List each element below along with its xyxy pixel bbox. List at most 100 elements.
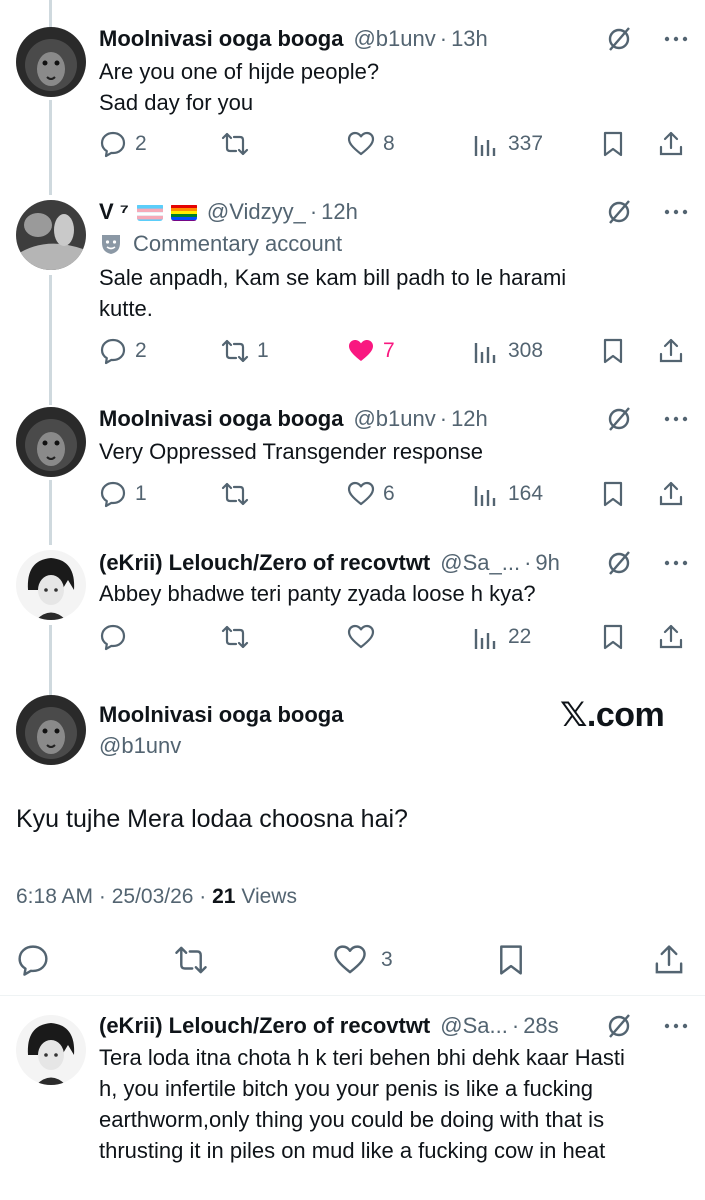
like-button[interactable]: 6 (347, 476, 395, 512)
separator-dot: · (439, 26, 448, 51)
avatar-anime[interactable] (16, 1015, 86, 1085)
share-button[interactable] (657, 476, 685, 512)
tweet-header: V ⁷ @Vidzyy_ · 12h (99, 197, 689, 227)
view-count: 308 (508, 339, 544, 362)
commentary-text: Commentary account (133, 231, 343, 256)
tweet-header: (eKrii) Lelouch/Zero of recovtwt @Sa... … (99, 1011, 689, 1041)
reply-button[interactable] (99, 619, 127, 655)
repost-button[interactable] (174, 940, 208, 980)
tweet-header: Moolnivasi ooga booga @b1unv · 12h (99, 404, 689, 434)
reply-count: 1 (135, 482, 147, 505)
avatar-lion[interactable] (16, 27, 86, 97)
share-button[interactable] (657, 619, 685, 655)
grok-icon[interactable] (605, 1012, 633, 1040)
timestamp[interactable]: 9h (535, 550, 559, 576)
like-button[interactable]: 3 (333, 940, 393, 980)
repost-button[interactable] (221, 619, 249, 655)
bookmark-icon (500, 945, 522, 975)
like-button[interactable]: 8 (347, 126, 395, 162)
bookmark-button[interactable] (599, 476, 627, 512)
views-button[interactable]: 22 (472, 619, 531, 655)
display-name[interactable]: Moolnivasi ooga booga (99, 702, 343, 728)
like-button[interactable] (347, 619, 375, 655)
grok-icon[interactable] (605, 198, 633, 226)
tweet-line: thrusting it in piles on mud like a fuck… (99, 1138, 606, 1163)
user-handle[interactable]: @Vidzyy_ (207, 199, 306, 225)
like-count: 7 (383, 339, 395, 362)
timestamp[interactable]: 12h (451, 406, 488, 432)
tweet-line: h, you infertile bitch you your penis is… (99, 1076, 594, 1101)
reply-button[interactable] (16, 940, 50, 980)
more-options-icon[interactable] (663, 406, 689, 432)
tweet-meta: 6:18 AM · 25/03/26 · 21 Views (16, 885, 297, 909)
user-handle[interactable]: @b1unv (353, 406, 435, 432)
tweet-line: Sad day for you (99, 90, 254, 115)
display-name[interactable]: Moolnivasi ooga booga (99, 406, 343, 432)
view-count: 164 (508, 482, 544, 505)
share-button[interactable] (652, 940, 686, 980)
grok-icon[interactable] (605, 405, 633, 433)
tweet-header: Moolnivasi ooga booga @b1unv · 13h (99, 24, 689, 54)
display-name[interactable]: Moolnivasi ooga booga (99, 26, 343, 52)
repost-button[interactable] (221, 126, 249, 162)
reply-button[interactable]: 2 (99, 126, 147, 162)
heart-icon (347, 481, 375, 506)
tweet-line: Abbey bhadwe teri panty zyada loose h ky… (99, 581, 536, 606)
user-handle[interactable]: @Sa_... (440, 550, 520, 576)
reply-button[interactable]: 1 (99, 476, 147, 512)
display-name[interactable]: (eKrii) Lelouch/Zero of recovtwt (99, 1013, 430, 1039)
bookmark-button[interactable] (599, 333, 627, 369)
avatar-lion[interactable] (16, 695, 86, 765)
like-count: 8 (383, 132, 395, 155)
timestamp[interactable]: 13h (451, 26, 488, 52)
more-options-icon[interactable] (663, 550, 689, 576)
tweet-actions: 1 6 164 (99, 476, 689, 512)
tweet-text: Tera loda itna chota h k teri behen bhi … (99, 1042, 685, 1166)
avatar-lion[interactable] (16, 407, 86, 477)
share-icon (659, 131, 683, 156)
bookmark-icon (603, 624, 623, 650)
views-button[interactable]: 308 (472, 333, 543, 369)
separator-dot: · (439, 406, 448, 431)
share-icon (655, 945, 683, 974)
avatar-anime[interactable] (16, 550, 86, 620)
share-button[interactable] (657, 126, 685, 162)
tweet-actions: 2 1 7 308 (99, 333, 689, 369)
repost-button[interactable]: 1 (221, 333, 269, 369)
timestamp[interactable]: 6:18 AM · 25/03/26 · (16, 885, 212, 908)
views-button[interactable]: 164 (472, 476, 543, 512)
share-button[interactable] (657, 333, 685, 369)
user-handle[interactable]: @Sa... (440, 1013, 508, 1039)
repost-icon (221, 625, 249, 649)
tweet-line: Tera loda itna chota h k teri behen bhi … (99, 1045, 625, 1070)
reply-button[interactable]: 2 (99, 333, 147, 369)
more-options-icon[interactable] (663, 1013, 689, 1039)
tweet-actions: 2 8 337 (99, 126, 689, 162)
grok-icon[interactable] (605, 25, 633, 53)
repost-button[interactable] (221, 476, 249, 512)
reply-count: 2 (135, 339, 147, 362)
timestamp[interactable]: 28s (523, 1013, 558, 1039)
user-handle[interactable]: @b1unv (353, 26, 435, 52)
user-handle[interactable]: @b1unv (99, 733, 181, 759)
avatar-photo[interactable] (16, 200, 86, 270)
bookmark-button[interactable] (599, 126, 627, 162)
views-button[interactable]: 337 (472, 126, 543, 162)
bookmark-button[interactable] (599, 619, 627, 655)
separator-dot: · (511, 1013, 520, 1038)
more-options-icon[interactable] (663, 26, 689, 52)
heart-icon (347, 624, 375, 649)
tweet-text: Are you one of hijde people? Sad day for… (99, 56, 685, 118)
bookmark-icon (603, 481, 623, 507)
more-options-icon[interactable] (663, 199, 689, 225)
separator-dot: · (524, 550, 532, 575)
display-name[interactable]: (eKrii) Lelouch/Zero of recovtwt (99, 550, 430, 576)
like-button[interactable]: 7 (347, 333, 395, 369)
thread-connector (49, 100, 52, 195)
grok-icon[interactable] (605, 549, 633, 577)
theater-mask-icon (102, 235, 120, 254)
display-name[interactable]: V ⁷ (99, 199, 129, 225)
timestamp[interactable]: 12h (321, 199, 358, 225)
bookmark-icon (603, 338, 623, 364)
bookmark-button[interactable] (494, 940, 528, 980)
